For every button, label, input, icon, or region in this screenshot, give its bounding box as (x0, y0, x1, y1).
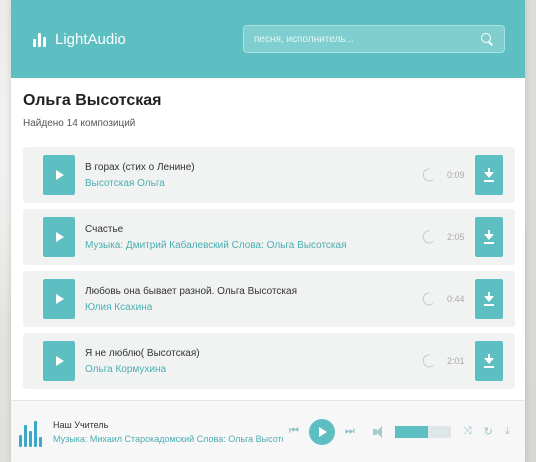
volume-fill (394, 425, 429, 438)
repeat-icon[interactable]: ↻ (484, 425, 493, 438)
search-box (243, 25, 505, 53)
header-bar: LightAudio (11, 0, 525, 78)
phone-icon[interactable] (421, 168, 435, 182)
track-title: В горах (стих о Ленине) (85, 161, 195, 173)
track-title: Я не люблю( Высотская) (85, 347, 200, 359)
volume-slider[interactable] (394, 425, 451, 438)
player-logo-icon (19, 417, 45, 447)
track-info: Я не люблю( Высотская) Ольга Кормухина (85, 348, 421, 375)
search-input[interactable] (254, 33, 480, 45)
main-play-button[interactable] (308, 418, 335, 445)
result-count: Найдено 14 композиций (23, 118, 136, 129)
track-duration: 0:44 (447, 294, 465, 304)
search-icon[interactable] (480, 32, 494, 46)
track-duration: 2:05 (447, 232, 465, 242)
app-name: LightAudio (55, 30, 126, 48)
download-icon[interactable]: ⤓ (505, 425, 510, 438)
track-info: Счастье Музыка: Дмитрий Кабалевский Слов… (85, 224, 421, 251)
lightaudio-logo-icon (33, 31, 49, 47)
track-duration: 2:01 (447, 356, 465, 366)
play-button[interactable] (43, 217, 75, 257)
player-bar: Наш Учитель Музыка: Михаил Старокадомски… (11, 400, 525, 462)
now-playing-title: Наш Учитель (53, 419, 109, 430)
download-button[interactable] (475, 217, 503, 257)
track-artist-link[interactable]: Юлия Ксахина (85, 302, 421, 313)
page-title: Ольга Высотская (23, 92, 162, 109)
play-button[interactable] (43, 341, 75, 381)
download-button[interactable] (475, 279, 503, 319)
app-window: LightAudio Ольга Высотская Найдено 14 ко… (11, 0, 525, 462)
phone-icon[interactable] (421, 292, 435, 306)
volume-icon[interactable] (372, 425, 389, 438)
track-row[interactable]: В горах (стих о Ленине) Высотская Ольга … (23, 147, 515, 203)
download-button[interactable] (475, 155, 503, 195)
play-button[interactable] (43, 279, 75, 319)
track-duration: 0:09 (447, 170, 465, 180)
phone-icon[interactable] (421, 354, 435, 368)
track-artist-link[interactable]: Высотская Ольга (85, 178, 421, 189)
logo[interactable]: LightAudio (33, 31, 126, 48)
track-artist-link[interactable]: Ольга Кормухина (85, 364, 421, 375)
previous-icon[interactable]: ⏮ (289, 425, 299, 438)
track-artist-link[interactable]: Музыка: Дмитрий Кабалевский Слова: Ольга… (85, 240, 421, 251)
now-playing-artist[interactable]: Музыка: Михаил Старокадомский Слова: Оль… (53, 434, 283, 444)
track-title: Счастье (85, 223, 124, 235)
track-title: Любовь она бывает разной. Ольга Высотска… (85, 285, 297, 297)
track-row[interactable]: Я не люблю( Высотская) Ольга Кормухина 2… (23, 333, 515, 389)
next-icon[interactable]: ⏭ (345, 425, 355, 438)
now-playing-info: Наш Учитель Музыка: Михаил Старокадомски… (53, 420, 283, 444)
download-button[interactable] (475, 341, 503, 381)
track-row[interactable]: Счастье Музыка: Дмитрий Кабалевский Слов… (23, 209, 515, 265)
track-info: Любовь она бывает разной. Ольга Высотска… (85, 286, 421, 313)
track-row[interactable]: Любовь она бывает разной. Ольга Высотска… (23, 271, 515, 327)
main-content: Ольга Высотская Найдено 14 композиций В … (11, 78, 525, 389)
track-list: В горах (стих о Ленине) Высотская Ольга … (23, 147, 515, 389)
shuffle-icon[interactable]: ⤨ (463, 425, 472, 438)
track-info: В горах (стих о Ленине) Высотская Ольга (85, 162, 421, 189)
play-button[interactable] (43, 155, 75, 195)
phone-icon[interactable] (421, 230, 435, 244)
